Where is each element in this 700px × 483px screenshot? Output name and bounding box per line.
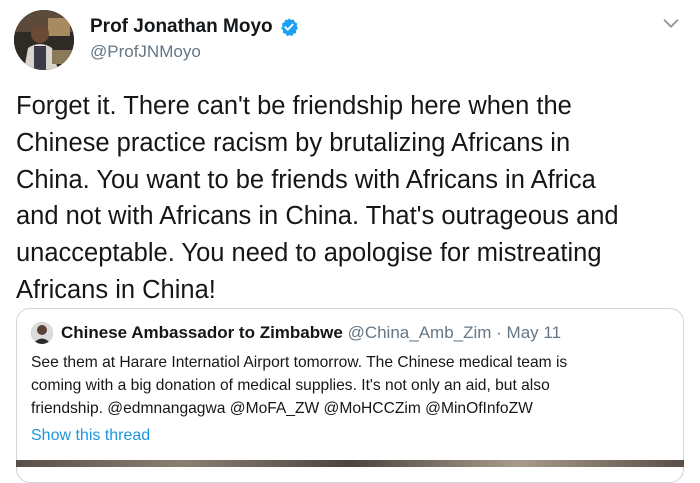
author-name-row: Prof Jonathan Moyo: [90, 16, 299, 38]
show-thread-link[interactable]: Show this thread: [31, 427, 150, 445]
quoted-author-avatar: [31, 322, 53, 344]
chevron-down-icon[interactable]: [660, 12, 682, 34]
avatar-photo: [14, 10, 74, 70]
quoted-date: May 11: [506, 323, 562, 342]
author-avatar[interactable]: [14, 10, 74, 70]
quoted-display-name: Chinese Ambassador to Zimbabwe: [61, 323, 343, 342]
quoted-separator: ·: [491, 323, 507, 342]
quoted-tweet-text: See them at Harare Internatiol Airport t…: [31, 354, 568, 417]
tweet-text: Forget it. There can't be friendship her…: [16, 92, 619, 304]
author-display-name[interactable]: Prof Jonathan Moyo: [90, 16, 273, 38]
verified-badge-icon: [280, 18, 298, 37]
quoted-handle: @China_Amb_Zim: [347, 323, 492, 342]
quoted-tweet[interactable]: Chinese Ambassador to Zimbabwe @China_Am…: [16, 308, 684, 483]
author-handle[interactable]: @ProfJNMoyo: [90, 42, 201, 62]
quoted-avatar-photo: [31, 322, 53, 344]
tweet-card: Prof Jonathan Moyo @ProfJNMoyo Forget it…: [0, 0, 700, 483]
quoted-header: Chinese Ambassador to Zimbabwe @China_Am…: [61, 323, 561, 343]
media-preview-edge: [16, 460, 684, 467]
